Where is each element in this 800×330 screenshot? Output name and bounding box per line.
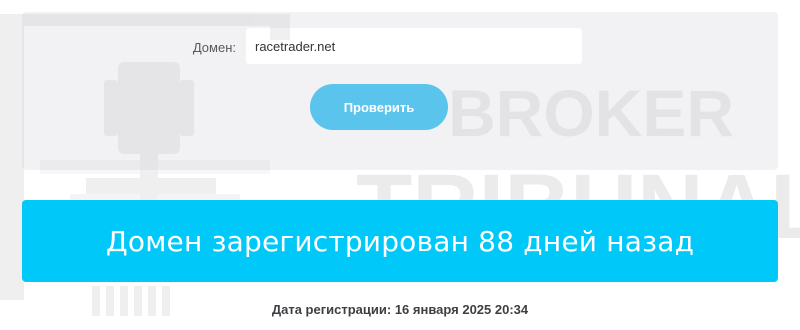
domain-label: Домен: — [192, 40, 236, 55]
check-button[interactable]: Проверить — [310, 84, 448, 130]
registration-date: Дата регистрации: 16 января 2025 20:34 — [271, 302, 529, 317]
result-banner: Домен зарегистрирован 88 дней назад — [22, 200, 778, 282]
result-message: Домен зарегистрирован 88 дней назад — [105, 224, 695, 258]
domain-input[interactable] — [246, 28, 582, 64]
